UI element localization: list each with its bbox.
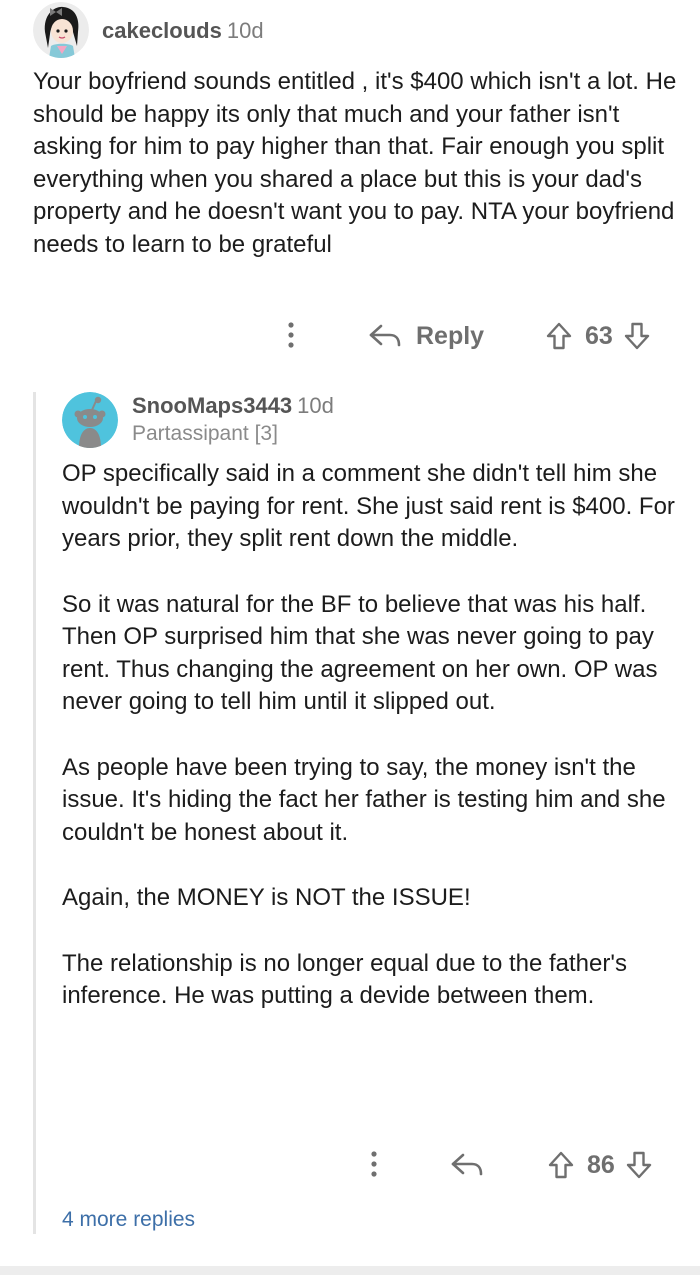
comment-body: Your boyfriend sounds entitled , it's $4… <box>33 66 683 261</box>
reply-label: Reply <box>416 321 485 350</box>
comment-author-line: cakeclouds 10d <box>102 17 264 45</box>
snoo-avatar-icon <box>62 392 118 448</box>
reply-button[interactable]: Reply <box>368 318 484 354</box>
reply-arrow-icon <box>451 1153 483 1176</box>
thread-collapse-line[interactable] <box>33 392 36 1234</box>
downvote-arrow-icon[interactable] <box>623 321 651 351</box>
vote-score: 63 <box>585 321 613 350</box>
downvote-arrow-icon[interactable] <box>625 1150 653 1180</box>
reply-arrow-icon <box>369 324 401 347</box>
more-vertical-icon <box>371 1151 377 1177</box>
comment-paragraph: Your boyfriend sounds entitled , it's $4… <box>33 68 677 258</box>
section-divider <box>0 1266 700 1275</box>
vote-controls: 63 <box>545 318 651 354</box>
more-replies-link[interactable]: 4 more replies <box>62 1206 195 1234</box>
reply-paragraph: So it was natural for the BF to believe … <box>62 590 658 716</box>
more-options-button[interactable] <box>281 318 301 354</box>
user-avatar[interactable] <box>62 392 118 448</box>
more-vertical-icon <box>288 322 294 348</box>
comment-age: 10d <box>226 18 264 43</box>
reply-button[interactable] <box>450 1147 498 1183</box>
reply-paragraph: OP specifically said in a comment she di… <box>62 460 675 552</box>
more-options-button[interactable] <box>364 1147 384 1183</box>
reply-age: 10d <box>297 393 334 418</box>
user-flair: Partassipant [3] <box>132 422 278 445</box>
reply-paragraph: The relationship is no longer equal due … <box>62 949 627 1010</box>
upvote-arrow-icon[interactable] <box>545 321 573 351</box>
vote-controls: 86 <box>547 1147 653 1183</box>
reply-paragraph: Again, the MONEY is NOT the ISSUE! <box>62 884 471 911</box>
reply-author-line: SnooMaps3443 10d <box>132 392 334 420</box>
comment-author[interactable]: cakeclouds <box>102 18 222 43</box>
reply-paragraph: As people have been trying to say, the m… <box>62 753 666 846</box>
reply-author[interactable]: SnooMaps3443 <box>132 393 292 418</box>
reply-body: OP specifically said in a comment she di… <box>62 458 687 1013</box>
vote-score: 86 <box>587 1150 615 1179</box>
upvote-arrow-icon[interactable] <box>547 1150 575 1180</box>
user-avatar[interactable] <box>33 2 89 58</box>
